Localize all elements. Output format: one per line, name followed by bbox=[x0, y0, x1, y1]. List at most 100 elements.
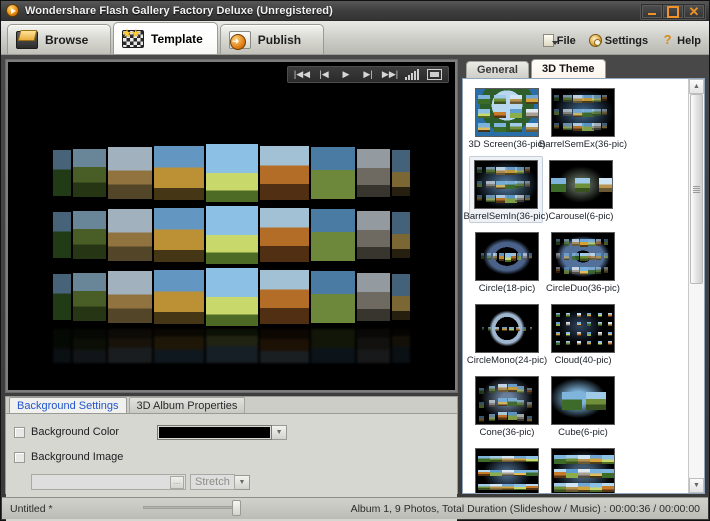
tab-3d-album-properties[interactable]: 3D Album Properties bbox=[129, 397, 246, 413]
photo-tile[interactable] bbox=[206, 268, 258, 326]
photo-tile[interactable] bbox=[154, 146, 204, 201]
theme-scrollbar[interactable]: ▲ ▼ bbox=[688, 79, 704, 493]
browse-file-button[interactable]: ... bbox=[170, 476, 184, 489]
theme-item[interactable]: BarrelSemEx(36-pic) bbox=[546, 85, 620, 150]
theme-thumbnail bbox=[551, 448, 615, 493]
photo-tile[interactable] bbox=[392, 212, 410, 257]
theme-item[interactable]: BarrelSemIn(36-pic) bbox=[469, 156, 543, 223]
first-track-button[interactable]: |◀◀ bbox=[291, 67, 313, 82]
theme-name-label: Circle(18-pic) bbox=[479, 283, 535, 294]
scroll-up-button[interactable]: ▲ bbox=[689, 79, 704, 94]
previous-button[interactable]: |◀ bbox=[313, 67, 335, 82]
photo-tile[interactable] bbox=[206, 206, 258, 264]
tab-3d-theme[interactable]: 3D Theme bbox=[531, 59, 606, 78]
photo-tile[interactable] bbox=[392, 150, 410, 195]
image-fit-dropdown[interactable]: ▼ bbox=[235, 475, 250, 490]
photo-tile[interactable] bbox=[357, 273, 390, 321]
theme-thumbnail bbox=[474, 160, 538, 209]
theme-item[interactable]: CircleMono(24-pic) bbox=[470, 301, 544, 366]
photo-tile[interactable] bbox=[73, 211, 106, 259]
settings-button[interactable]: Settings bbox=[589, 34, 648, 47]
background-color-swatch[interactable] bbox=[157, 425, 272, 440]
tab-background-settings[interactable]: Background Settings bbox=[9, 397, 127, 413]
theme-item[interactable]: Carousel(6-pic) bbox=[544, 157, 618, 222]
window-title: Wondershare Flash Gallery Factory Deluxe… bbox=[25, 5, 333, 17]
theme-item[interactable]: Cone(36-pic) bbox=[470, 373, 544, 438]
theme-thumbnail bbox=[551, 88, 615, 137]
theme-thumbnail bbox=[475, 304, 539, 353]
photo-tile-reflection bbox=[357, 329, 390, 363]
close-button[interactable]: ✕ bbox=[684, 5, 704, 18]
image-transparency-knob[interactable] bbox=[232, 500, 241, 516]
theme-name-label: BarrelSemEx(36-pic) bbox=[539, 139, 627, 150]
theme-item[interactable]: CubeOpen(36-pic) bbox=[470, 445, 544, 493]
help-button-label: Help bbox=[677, 35, 701, 47]
photo-tile[interactable] bbox=[53, 212, 71, 257]
photo-tile[interactable] bbox=[73, 273, 106, 321]
photo-tile[interactable] bbox=[108, 271, 152, 323]
photo-tile[interactable] bbox=[311, 209, 355, 261]
photo-tile[interactable] bbox=[53, 274, 71, 319]
next-button[interactable]: ▶| bbox=[357, 67, 379, 82]
theme-item[interactable]: Circle(18-pic) bbox=[470, 229, 544, 294]
photo-tile[interactable] bbox=[108, 147, 152, 199]
fullscreen-button[interactable] bbox=[423, 67, 445, 82]
theme-item[interactable]: Cloud(40-pic) bbox=[546, 301, 620, 366]
photo-wall-row bbox=[8, 144, 455, 202]
minimize-button[interactable] bbox=[642, 5, 662, 18]
theme-thumbnail bbox=[551, 376, 615, 425]
photo-tile[interactable] bbox=[260, 208, 310, 263]
title-bar: Wondershare Flash Gallery Factory Deluxe… bbox=[1, 1, 709, 21]
play-button[interactable]: ▶ bbox=[335, 67, 357, 82]
background-image-path-input[interactable]: ... bbox=[31, 474, 186, 490]
scroll-down-button[interactable]: ▼ bbox=[689, 478, 704, 493]
photo-tile[interactable] bbox=[311, 271, 355, 323]
photo-tile[interactable] bbox=[392, 274, 410, 319]
fullscreen-icon bbox=[427, 69, 442, 80]
right-column: General 3D Theme 3D Screen(36-pic)Barrel… bbox=[462, 59, 705, 494]
tab-template[interactable]: Template bbox=[113, 22, 218, 54]
tab-publish[interactable]: Publish bbox=[220, 24, 324, 54]
maximize-button[interactable] bbox=[663, 5, 683, 18]
settings-tabbar: Background Settings 3D Album Properties bbox=[6, 397, 457, 414]
background-color-checkbox[interactable] bbox=[14, 427, 25, 438]
photo-tile[interactable] bbox=[311, 147, 355, 199]
help-button[interactable]: ? Help bbox=[661, 34, 701, 47]
scroll-thumb[interactable] bbox=[690, 94, 703, 284]
theme-name-label: CircleDuo(36-pic) bbox=[546, 283, 620, 294]
photo-tile[interactable] bbox=[260, 270, 310, 325]
photo-tile[interactable] bbox=[357, 149, 390, 197]
theme-item[interactable]: 3D Screen(36-pic) bbox=[470, 85, 544, 150]
background-image-checkbox[interactable] bbox=[14, 452, 25, 463]
theme-grid: 3D Screen(36-pic)BarrelSemEx(36-pic)Barr… bbox=[463, 79, 688, 493]
image-fit-select[interactable]: Stretch bbox=[190, 474, 235, 490]
file-button[interactable]: File bbox=[543, 34, 576, 47]
theme-item[interactable]: CircleDuo(36-pic) bbox=[546, 229, 620, 294]
theme-thumbnail bbox=[475, 232, 539, 281]
photo-tile-reflection bbox=[206, 329, 258, 363]
tab-general[interactable]: General bbox=[466, 61, 529, 78]
settings-button-label: Settings bbox=[605, 35, 648, 47]
scroll-track[interactable] bbox=[689, 94, 704, 478]
tab-browse[interactable]: Browse bbox=[7, 24, 111, 54]
photo-tile[interactable] bbox=[260, 146, 310, 201]
last-track-button[interactable]: ▶▶| bbox=[379, 67, 401, 82]
volume-icon[interactable] bbox=[401, 69, 423, 80]
background-color-dropdown[interactable]: ▼ bbox=[272, 425, 287, 440]
photo-tile[interactable] bbox=[206, 144, 258, 202]
photo-tile[interactable] bbox=[108, 209, 152, 261]
photo-tile[interactable] bbox=[154, 208, 204, 263]
photo-wall-row bbox=[8, 206, 455, 264]
photo-tile[interactable] bbox=[53, 150, 71, 195]
main-body: |◀◀ |◀ ▶ ▶| ▶▶| Background Settings 3D bbox=[1, 55, 709, 494]
photo-tile[interactable] bbox=[73, 149, 106, 197]
theme-item[interactable]: Cuboid(32-pic) bbox=[546, 445, 620, 493]
preview-canvas[interactable]: |◀◀ |◀ ▶ ▶| ▶▶| bbox=[8, 62, 455, 390]
status-document: Untitled * bbox=[10, 503, 53, 515]
template-icon bbox=[122, 30, 144, 48]
image-transparency-slider[interactable] bbox=[143, 506, 238, 509]
photo-tile[interactable] bbox=[357, 211, 390, 259]
theme-item[interactable]: Cube(6-pic) bbox=[546, 373, 620, 438]
photo-tile[interactable] bbox=[154, 270, 204, 325]
help-icon: ? bbox=[661, 34, 674, 47]
